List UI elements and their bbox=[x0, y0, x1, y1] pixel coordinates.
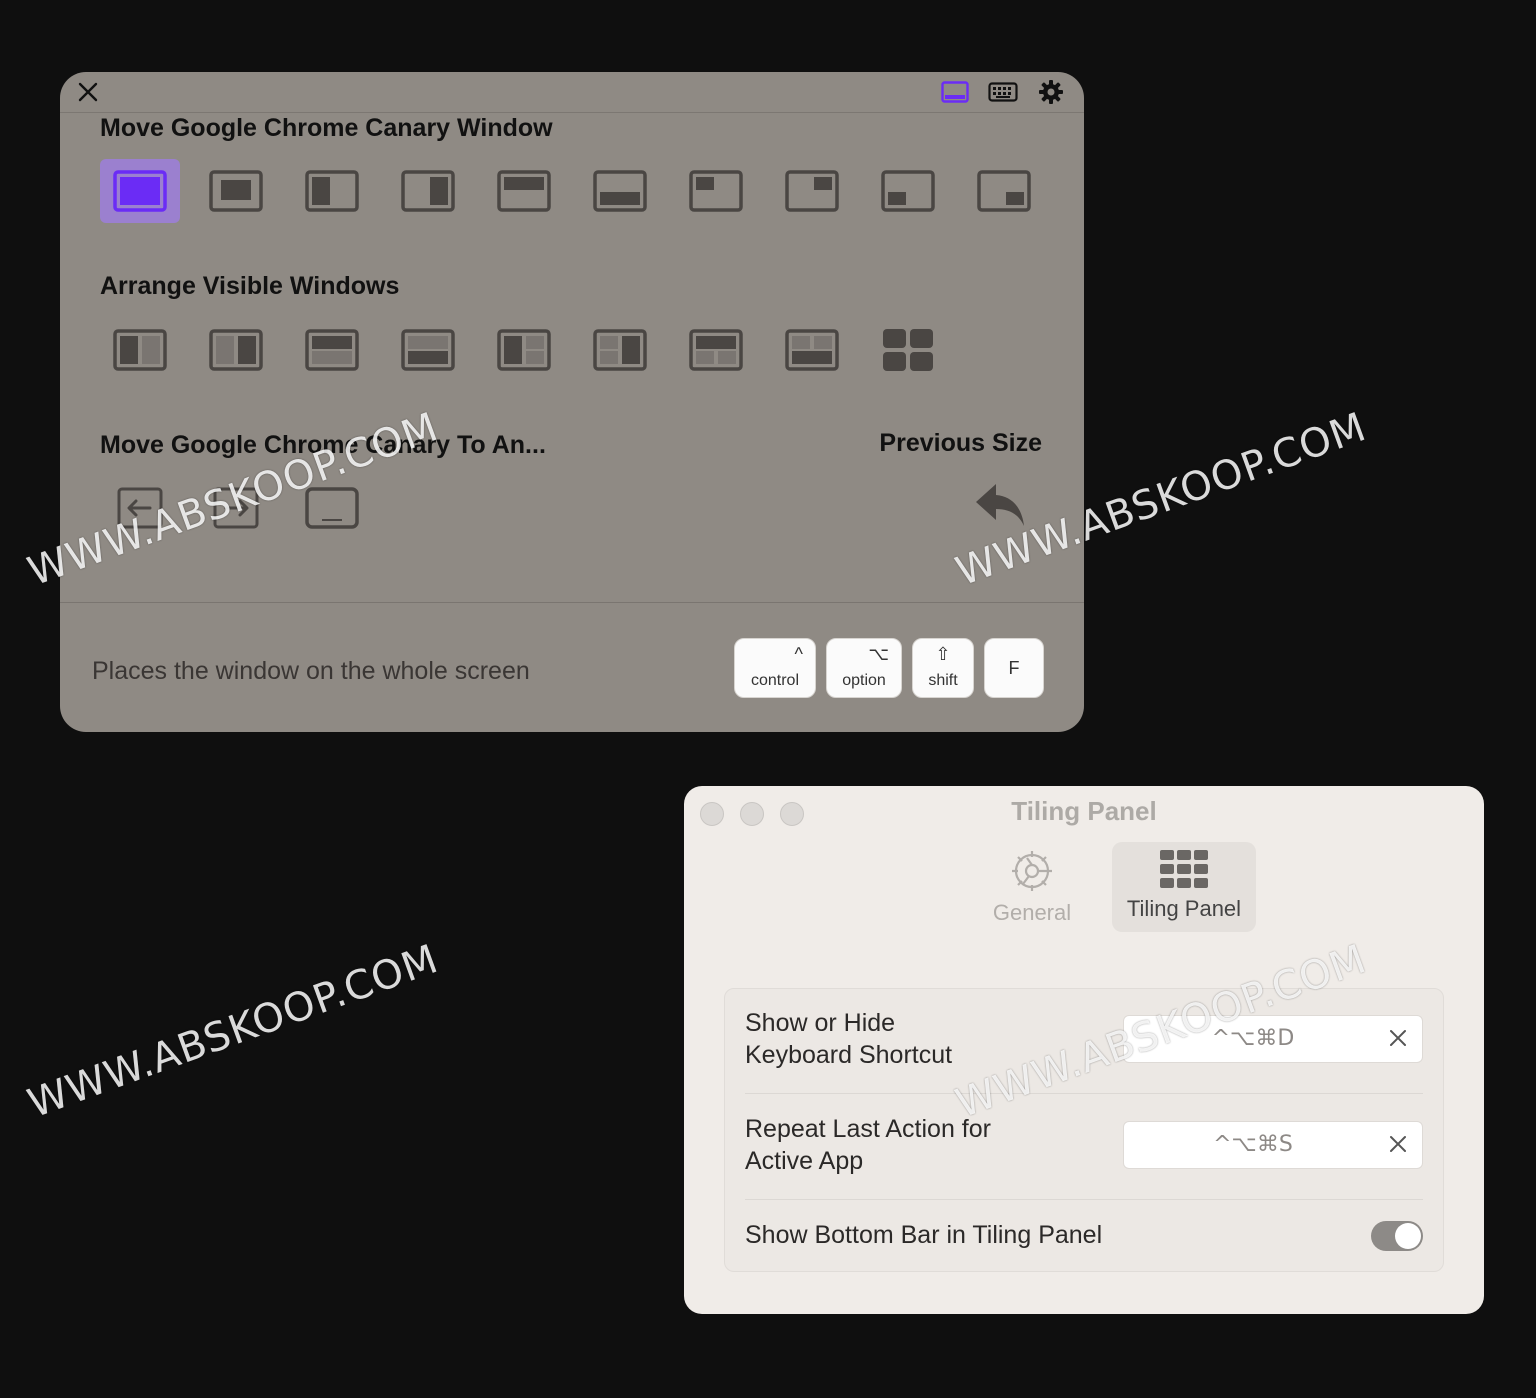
repeat-action-shortcut-value: ^⌥⌘S bbox=[1213, 1132, 1293, 1157]
bottom-bar-toggle[interactable] bbox=[1371, 1221, 1423, 1251]
close-icon[interactable] bbox=[76, 80, 100, 104]
settings-gear-icon[interactable] bbox=[1036, 79, 1066, 105]
tab-tiling-panel[interactable]: Tiling Panel bbox=[1112, 842, 1256, 932]
repeat-last-action-row: Repeat Last Action for Active App ^⌥⌘S bbox=[745, 1113, 1423, 1181]
grid-icon bbox=[1160, 850, 1208, 888]
f-key[interactable]: F bbox=[984, 638, 1044, 698]
shortcut-keys: ^ control ⌥ option ⇧ shift F bbox=[734, 638, 1044, 698]
f-label: F bbox=[1008, 657, 1020, 678]
arrange-top-bottom-button[interactable] bbox=[292, 318, 372, 382]
control-key[interactable]: ^ control bbox=[734, 638, 816, 698]
action-description: Places the window on the whole screen bbox=[92, 657, 530, 685]
shift-key[interactable]: ⇧ shift bbox=[912, 638, 974, 698]
option-symbol: ⌥ bbox=[868, 644, 889, 664]
move-window-title: Move Google Chrome Canary Window bbox=[100, 114, 553, 142]
shift-symbol: ⇧ bbox=[935, 644, 951, 664]
repeat-action-shortcut-field[interactable]: ^⌥⌘S bbox=[1123, 1121, 1423, 1169]
panel-topbar bbox=[60, 72, 1084, 113]
window-title: Tiling Panel bbox=[1011, 796, 1157, 826]
shift-label: shift bbox=[928, 672, 958, 689]
tab-tiling-panel-label: Tiling Panel bbox=[1126, 896, 1242, 921]
layout-right-half-button[interactable] bbox=[388, 159, 468, 223]
control-label: control bbox=[750, 672, 800, 689]
watermark: WWW.ABSKOOP.COM bbox=[22, 935, 445, 1128]
arrange-left-right-button[interactable] bbox=[100, 318, 180, 382]
show-hide-label: Show or Hide Keyboard Shortcut bbox=[745, 1007, 952, 1071]
clear-shortcut-icon[interactable] bbox=[1388, 1028, 1408, 1048]
row-divider bbox=[745, 1199, 1423, 1200]
arrange-right-left-button[interactable] bbox=[196, 318, 276, 382]
gear-icon bbox=[1012, 851, 1052, 891]
arrange-grid-button[interactable] bbox=[868, 318, 948, 382]
layout-top-right-button[interactable] bbox=[772, 159, 852, 223]
move-window-layouts bbox=[100, 159, 1044, 223]
repeat-action-label-line2: Active App bbox=[745, 1147, 864, 1175]
layout-bottom-left-button[interactable] bbox=[868, 159, 948, 223]
tiling-popup-panel: Move Google Chrome Canary Window Arrange… bbox=[60, 72, 1084, 732]
layout-top-left-button[interactable] bbox=[676, 159, 756, 223]
option-key[interactable]: ⌥ option bbox=[826, 638, 902, 698]
tab-general[interactable]: General bbox=[960, 842, 1104, 932]
arrange-bottom-top-button[interactable] bbox=[388, 318, 468, 382]
settings-toolbar: General Tiling Panel bbox=[960, 842, 1256, 932]
row-divider bbox=[745, 1093, 1423, 1094]
undo-arrow-icon[interactable] bbox=[972, 480, 1028, 532]
tiling-view-icon[interactable] bbox=[940, 79, 970, 105]
layout-center-button[interactable] bbox=[196, 159, 276, 223]
previous-size-title: Previous Size bbox=[879, 429, 1042, 457]
bottom-bar-toggle-row: Show Bottom Bar in Tiling Panel bbox=[745, 1217, 1423, 1257]
bottom-bar-label: Show Bottom Bar in Tiling Panel bbox=[745, 1221, 1103, 1249]
toggle-knob bbox=[1395, 1223, 1421, 1249]
layout-left-half-button[interactable] bbox=[292, 159, 372, 223]
layout-fullscreen-button[interactable] bbox=[100, 159, 180, 223]
show-hide-label-line1: Show or Hide bbox=[745, 1009, 896, 1037]
repeat-action-label: Repeat Last Action for Active App bbox=[745, 1113, 991, 1177]
arrange-windows-title: Arrange Visible Windows bbox=[100, 272, 400, 300]
option-label: option bbox=[842, 672, 886, 689]
show-hide-label-line2: Keyboard Shortcut bbox=[745, 1041, 953, 1069]
tab-general-label: General bbox=[992, 900, 1072, 925]
arrange-left-main-button[interactable] bbox=[484, 318, 564, 382]
arrange-bottom-main-button[interactable] bbox=[772, 318, 852, 382]
layout-bottom-half-button[interactable] bbox=[580, 159, 660, 223]
clear-shortcut-icon[interactable] bbox=[1388, 1134, 1408, 1154]
arrange-right-main-button[interactable] bbox=[580, 318, 660, 382]
layout-bottom-right-button[interactable] bbox=[964, 159, 1044, 223]
control-symbol: ^ bbox=[794, 644, 803, 664]
keyboard-icon[interactable] bbox=[988, 79, 1018, 105]
repeat-action-label-line1: Repeat Last Action for bbox=[745, 1115, 991, 1143]
layout-top-half-button[interactable] bbox=[484, 159, 564, 223]
settings-group: Show or Hide Keyboard Shortcut ^⌥⌘D Repe… bbox=[724, 988, 1444, 1272]
arrange-top-main-button[interactable] bbox=[676, 318, 756, 382]
arrange-window-layouts bbox=[100, 318, 948, 382]
panel-bottom-bar: Places the window on the whole screen ^ … bbox=[60, 602, 1084, 732]
